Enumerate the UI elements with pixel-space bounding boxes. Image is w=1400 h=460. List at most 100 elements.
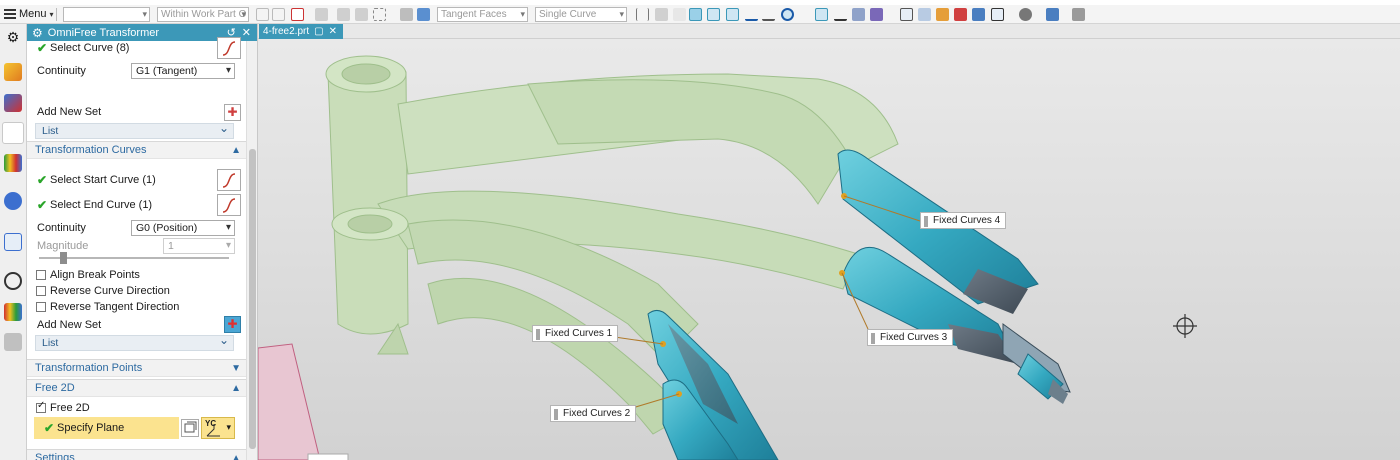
cursor-icon[interactable] (355, 8, 368, 21)
gear-icon: ⚙ (32, 25, 43, 40)
orient-icon[interactable] (918, 8, 931, 21)
gear-icon[interactable]: ⚙ (4, 28, 22, 46)
curve-icon (222, 41, 236, 56)
select-curve-row[interactable]: ✔ Select Curve (8) (27, 41, 247, 55)
free2d-header[interactable]: Free 2D ▲ (27, 379, 247, 397)
curve-point-icon[interactable] (745, 8, 758, 21)
free2d-row[interactable]: Free 2D (27, 400, 247, 415)
face-rule-combo[interactable]: Tangent Faces (437, 7, 528, 22)
history-icon[interactable] (4, 233, 22, 251)
dialog-scrollbar[interactable] (246, 41, 257, 460)
type-filter-combo[interactable] (63, 7, 150, 22)
magnitude-slider[interactable] (39, 252, 229, 264)
pin-icon[interactable] (655, 8, 668, 21)
end-curve-button[interactable] (217, 194, 241, 216)
plane-icon (184, 421, 197, 433)
tc-add-new-set-button[interactable]: ✚ (224, 316, 241, 333)
reverse-curve-direction-row[interactable]: Reverse Curve Direction (27, 284, 247, 298)
deselect-icon[interactable] (337, 8, 350, 21)
align-break-points-row[interactable]: Align Break Points (27, 268, 247, 282)
select-box-icon[interactable] (291, 8, 304, 21)
curve-icon (222, 173, 236, 188)
reverse-tangent-direction-row[interactable]: Reverse Tangent Direction (27, 300, 247, 314)
continuity-label: Continuity (37, 65, 86, 77)
magnitude-field[interactable]: 1 (163, 238, 235, 254)
cube-icon[interactable] (1046, 8, 1059, 21)
select-start-curve-row[interactable]: ✔ Select Start Curve (1) (27, 173, 247, 187)
lasso-icon[interactable] (315, 8, 328, 21)
rectangle-select-icon[interactable] (373, 8, 386, 21)
bounded-grid-icon[interactable] (870, 8, 883, 21)
palette-icon[interactable] (4, 303, 22, 321)
settings-header[interactable]: Settings ▲ (27, 449, 247, 460)
select-end-curve-row[interactable]: ✔ Select End Curve (1) (27, 198, 247, 212)
blend-surface-lower[interactable] (647, 310, 779, 460)
curve-selector-button[interactable] (217, 37, 241, 59)
part-navigator-icon[interactable] (4, 63, 22, 81)
filter-icon[interactable] (272, 8, 285, 21)
midpoint-icon[interactable] (726, 8, 739, 21)
point-on-surface-icon[interactable] (852, 8, 865, 21)
fixed-curves-2-label[interactable]: Fixed Curves 2 (550, 405, 637, 422)
start-curve-button[interactable] (217, 169, 241, 191)
align-break-points-checkbox[interactable] (36, 270, 46, 280)
body-icon[interactable] (400, 8, 413, 21)
toolbar-separator (56, 8, 57, 21)
arrow-right-icon[interactable] (673, 8, 686, 21)
plane-type-dropdown[interactable]: YC ▾ (201, 417, 235, 439)
intersection-icon[interactable] (762, 8, 775, 21)
scrollbar-thumb[interactable] (249, 149, 256, 449)
grid-snap-icon[interactable] (689, 8, 702, 21)
transformation-curves-header[interactable]: Transformation Curves ▲ (27, 141, 247, 159)
blend-surface-upper[interactable] (837, 149, 1071, 404)
free2d-checkbox[interactable] (36, 400, 46, 413)
quadrant-icon[interactable] (815, 8, 828, 21)
plane-dialog-button[interactable] (181, 419, 199, 437)
show-hide-icon[interactable] (1072, 8, 1085, 21)
view-icon[interactable] (900, 8, 913, 21)
tc-continuity-dropdown[interactable]: G0 (Position) (131, 220, 235, 236)
reuse-library-icon[interactable] (4, 154, 22, 172)
dialog-title: OmniFree Transformer (47, 26, 160, 39)
menu-button[interactable]: Menu ▾ (4, 6, 54, 22)
model-viewport[interactable] (258, 24, 1400, 460)
point-on-curve-icon[interactable] (834, 8, 847, 21)
fixed-curves-3-label[interactable]: Fixed Curves 3 (867, 329, 954, 346)
reverse-curve-direction-checkbox[interactable] (36, 286, 46, 296)
roles-icon[interactable] (4, 333, 22, 351)
constraint-navigator-icon[interactable] (2, 122, 24, 144)
web-browser-icon[interactable] (4, 192, 22, 210)
datum-plane[interactable] (258, 343, 321, 460)
endpoint-icon[interactable] (707, 8, 720, 21)
curve-rule-combo[interactable]: Single Curve (535, 7, 627, 22)
clock-icon[interactable] (4, 272, 22, 290)
tc-list-expander[interactable]: List (35, 333, 234, 351)
add-new-set-button[interactable]: ✚ (224, 104, 241, 121)
check-icon: ✔ (37, 173, 48, 187)
zoom-icon[interactable] (954, 8, 967, 21)
fit-icon[interactable] (936, 8, 949, 21)
parallel-icon[interactable] (636, 8, 649, 21)
slider-handle[interactable] (60, 252, 67, 264)
frame-body[interactable] (325, 55, 899, 435)
fixed-curves-1-label[interactable]: Fixed Curves 1 (532, 325, 619, 342)
layout-icon[interactable] (991, 8, 1004, 21)
tc-continuity-label: Continuity (37, 222, 86, 234)
specify-plane-row[interactable]: ✔ Specify Plane (34, 417, 179, 439)
check-icon: ✔ (44, 421, 55, 435)
list-expander[interactable]: List (35, 121, 234, 139)
shading-icon[interactable] (1019, 8, 1032, 21)
snap-icon[interactable] (256, 8, 269, 21)
face-icon[interactable] (417, 8, 430, 21)
selection-scope-combo[interactable]: Within Work Part O (157, 7, 249, 22)
render-icon[interactable] (972, 8, 985, 21)
continuity-dropdown[interactable]: G1 (Tangent) (131, 63, 235, 79)
assembly-navigator-icon[interactable] (4, 94, 22, 112)
fixed-curves-4-label[interactable]: Fixed Curves 4 (920, 212, 1007, 229)
graphics-window[interactable]: 4-free2.prt ▢ ✕ Fixed Curves 1 Fixed Cur… (258, 24, 1400, 460)
magnitude-label: Magnitude (37, 240, 89, 252)
transformation-points-header[interactable]: Transformation Points ▼ (27, 359, 247, 377)
center-icon[interactable] (781, 8, 794, 21)
close-icon[interactable]: ✕ (242, 26, 251, 39)
reverse-tangent-direction-checkbox[interactable] (36, 302, 46, 312)
